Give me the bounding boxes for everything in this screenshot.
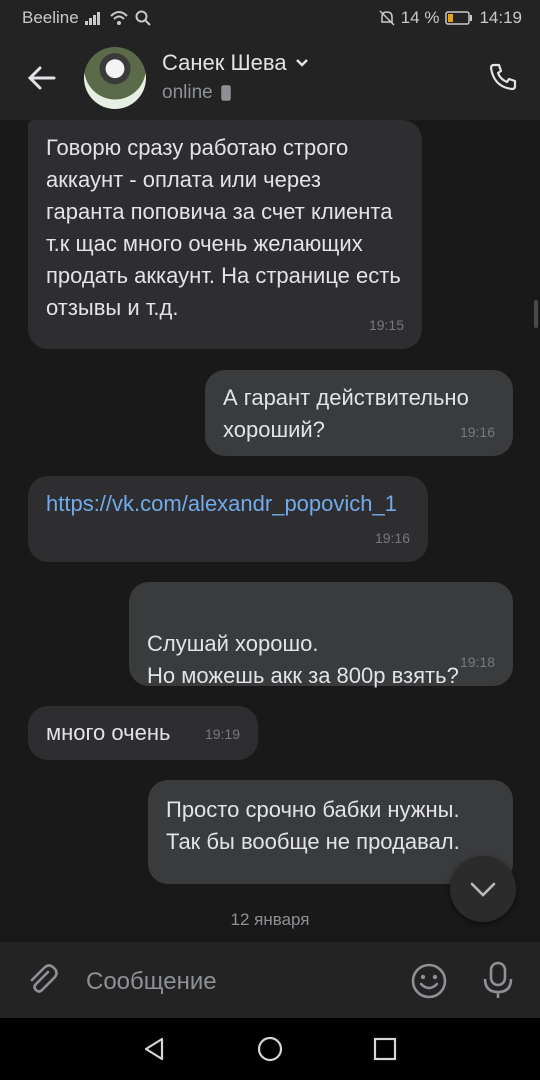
- online-status: online: [162, 82, 213, 103]
- nav-back-icon[interactable]: [142, 1036, 168, 1062]
- signal-icon: [84, 12, 100, 25]
- battery-percent: 14 %: [400, 8, 440, 27]
- status-bar: Beeline 14 % 14:19: [0, 0, 540, 36]
- message-composer: Сообщение: [0, 942, 540, 1018]
- message-bubble[interactable]: https://vk.com/alexandr_popovich_1 19:16: [28, 476, 428, 562]
- system-nav-bar: [0, 1018, 540, 1080]
- chat-header: Санек Шева online: [0, 36, 540, 120]
- chevron-down-icon: [470, 882, 496, 897]
- contact-name: Санек Шева: [162, 50, 287, 75]
- back-arrow-icon[interactable]: [26, 62, 58, 94]
- clock: 14:19: [479, 8, 522, 27]
- message-time: 19:15: [368, 317, 404, 333]
- message-text: Слушай хорошо. Но можешь акк за 800р взя…: [147, 631, 459, 688]
- message-text: Говорю сразу работаю строго аккаунт - оп…: [46, 135, 401, 320]
- nav-recents-icon[interactable]: [372, 1036, 398, 1062]
- smile-icon[interactable]: [410, 962, 448, 1000]
- nav-home-icon[interactable]: [257, 1036, 283, 1062]
- avatar[interactable]: [84, 47, 146, 109]
- bell-muted-icon: [379, 10, 395, 26]
- message-time: 19:19: [204, 726, 240, 742]
- carrier-label: Beeline: [22, 8, 79, 27]
- phone-icon[interactable]: [488, 62, 518, 92]
- message-list[interactable]: Говорю сразу работаю строго аккаунт - оп…: [0, 120, 540, 942]
- message-time: 19:16: [459, 424, 495, 440]
- message-link[interactable]: https://vk.com/alexandr_popovich_1: [46, 491, 397, 516]
- contact-info[interactable]: Санек Шева online: [162, 50, 309, 104]
- message-text: много очень: [46, 720, 171, 745]
- mobile-phone-icon: [220, 85, 231, 101]
- message-input[interactable]: Сообщение: [86, 968, 217, 996]
- scrollbar[interactable]: [534, 300, 538, 328]
- scroll-down-button[interactable]: [450, 856, 516, 922]
- battery-icon: [445, 11, 473, 25]
- message-bubble[interactable]: много очень 19:19: [28, 706, 258, 760]
- message-bubble[interactable]: Говорю сразу работаю строго аккаунт - оп…: [28, 120, 422, 349]
- wifi-icon: [110, 11, 128, 25]
- message-bubble[interactable]: Слушай хорошо. Но можешь акк за 800р взя…: [129, 582, 513, 688]
- message-text: А гарант действительно хороший?: [223, 385, 469, 442]
- search-icon: [135, 10, 151, 26]
- message-time: 19:16: [374, 530, 410, 546]
- message-time: 19:18: [459, 654, 495, 670]
- message-text: Просто срочно бабки нужны. Так бы вообще…: [166, 797, 460, 854]
- paperclip-icon[interactable]: [24, 962, 60, 998]
- chevron-down-icon: [295, 59, 308, 67]
- message-bubble[interactable]: А гарант действительно хороший? 19:16: [205, 370, 513, 456]
- microphone-icon[interactable]: [480, 960, 516, 1000]
